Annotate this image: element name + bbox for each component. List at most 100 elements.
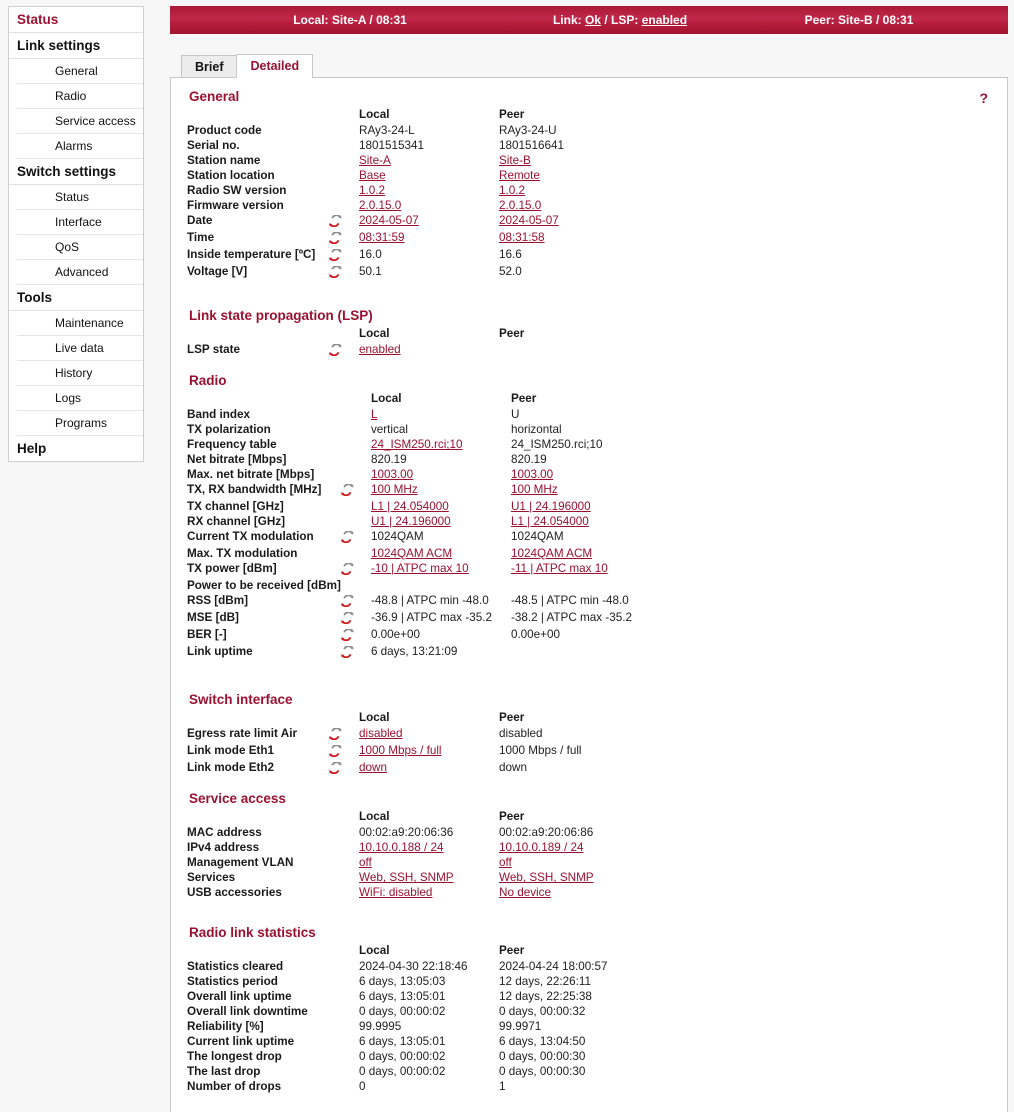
refresh-icon[interactable] bbox=[341, 612, 354, 624]
row-label: Management VLAN bbox=[187, 856, 294, 869]
value-local[interactable]: 24_ISM250.rci;10 bbox=[371, 438, 463, 451]
value-peer[interactable]: 2.0.15.0 bbox=[499, 199, 541, 212]
sidebar-group-switch-settings[interactable]: Switch settings bbox=[9, 159, 143, 185]
row-icon-cell bbox=[341, 546, 371, 561]
refresh-icon[interactable] bbox=[341, 629, 354, 641]
value-peer[interactable]: -11 | ATPC max 10 bbox=[511, 562, 608, 575]
sidebar-item-status[interactable]: Status bbox=[17, 185, 143, 210]
value-local: 2024-04-30 22:18:46 bbox=[359, 960, 468, 973]
value-local[interactable]: 1.0.2 bbox=[359, 184, 385, 197]
value-local[interactable]: L1 | 24.054000 bbox=[371, 500, 449, 513]
refresh-icon[interactable] bbox=[341, 484, 354, 496]
value-local[interactable]: 1003.00 bbox=[371, 468, 413, 481]
value-peer[interactable]: 1.0.2 bbox=[499, 184, 525, 197]
value-local[interactable]: L bbox=[371, 408, 378, 421]
value-local[interactable]: 10.10.0.188 / 24 bbox=[359, 841, 443, 854]
value-peer[interactable]: U1 | 24.196000 bbox=[511, 500, 591, 513]
refresh-icon[interactable] bbox=[329, 266, 342, 278]
value-peer[interactable]: off bbox=[499, 856, 512, 869]
value-local[interactable]: Site-A bbox=[359, 154, 391, 167]
value-peer: 0 days, 00:00:32 bbox=[499, 1005, 586, 1018]
refresh-icon[interactable] bbox=[329, 344, 342, 356]
refresh-icon[interactable] bbox=[341, 563, 354, 575]
value-local: 1024QAM bbox=[370, 530, 424, 543]
row-label: The last drop bbox=[187, 1065, 261, 1078]
value-local[interactable]: off bbox=[359, 856, 372, 869]
value-peer: 0 days, 00:00:30 bbox=[499, 1065, 586, 1078]
refresh-icon[interactable] bbox=[341, 595, 354, 607]
row-icon-cell bbox=[329, 726, 359, 743]
refresh-icon[interactable] bbox=[329, 249, 342, 261]
row-label: Reliability [%] bbox=[187, 1020, 264, 1033]
sidebar-item-qos[interactable]: QoS bbox=[17, 235, 143, 260]
row-label: Firmware version bbox=[187, 199, 284, 212]
value-local[interactable]: 100 MHz bbox=[371, 483, 418, 496]
sidebar-item-service-access[interactable]: Service access bbox=[17, 109, 143, 134]
value-peer[interactable]: Web, SSH, SNMP bbox=[499, 871, 594, 884]
sidebar-item-maintenance[interactable]: Maintenance bbox=[17, 311, 143, 336]
value-local-cell: 0 days, 00:00:02 bbox=[359, 1004, 499, 1019]
value-local[interactable]: disabled bbox=[359, 727, 403, 740]
sidebar: Status Link settings General Radio Service a… bbox=[8, 6, 144, 462]
refresh-icon[interactable] bbox=[329, 762, 342, 774]
value-peer: U bbox=[510, 408, 520, 421]
header-spacer bbox=[187, 326, 329, 342]
value-local[interactable]: Base bbox=[359, 169, 386, 182]
value-peer[interactable]: 10.10.0.189 / 24 bbox=[499, 841, 583, 854]
refresh-icon[interactable] bbox=[341, 646, 354, 658]
refresh-icon[interactable] bbox=[329, 215, 342, 227]
value-local[interactable]: U1 | 24.196000 bbox=[371, 515, 451, 528]
sidebar-group-status[interactable]: Status bbox=[9, 7, 143, 33]
value-peer[interactable]: 1024QAM ACM bbox=[511, 547, 592, 560]
sidebar-group-link-settings[interactable]: Link settings bbox=[9, 33, 143, 59]
section-table: Local Peer Product code RAy3-24-L RAy3-24-U S… bbox=[187, 107, 799, 281]
value-peer[interactable]: 100 MHz bbox=[511, 483, 558, 496]
sidebar-item-interface[interactable]: Interface bbox=[17, 210, 143, 235]
header-icon-spacer bbox=[341, 391, 371, 407]
sidebar-item-programs[interactable]: Programs bbox=[17, 411, 143, 436]
value-peer[interactable]: Remote bbox=[499, 169, 540, 182]
sidebar-item-logs[interactable]: Logs bbox=[17, 386, 143, 411]
status-bar-link-state[interactable]: Ok bbox=[585, 13, 601, 27]
value-local[interactable]: WiFi: disabled bbox=[359, 886, 432, 899]
value-local[interactable]: 08:31:59 bbox=[359, 231, 405, 244]
refresh-icon[interactable] bbox=[329, 728, 342, 740]
value-peer[interactable]: L1 | 24.054000 bbox=[511, 515, 589, 528]
sidebar-item-advanced[interactable]: Advanced bbox=[17, 260, 143, 285]
refresh-icon[interactable] bbox=[329, 232, 342, 244]
value-local[interactable]: enabled bbox=[359, 343, 401, 356]
tab-detailed[interactable]: Detailed bbox=[236, 54, 314, 78]
value-local[interactable]: -10 | ATPC max 10 bbox=[371, 562, 469, 575]
refresh-icon[interactable] bbox=[341, 531, 354, 543]
sidebar-group-tools[interactable]: Tools bbox=[9, 285, 143, 311]
value-peer[interactable]: 2024-05-07 bbox=[499, 214, 559, 227]
value-local[interactable]: Web, SSH, SNMP bbox=[359, 871, 454, 884]
value-peer: 1801516641 bbox=[499, 139, 565, 152]
value-peer[interactable]: 08:31:58 bbox=[499, 231, 545, 244]
row-icon-cell bbox=[329, 1004, 359, 1019]
sidebar-item-history[interactable]: History bbox=[17, 361, 143, 386]
table-row: TX power [dBm] -10 | ATPC max 10 -11 | ATP… bbox=[187, 561, 811, 578]
sidebar-group-help[interactable]: Help bbox=[9, 436, 143, 461]
value-peer-cell: 1000 Mbps / full bbox=[499, 743, 799, 760]
status-bar-lsp-state[interactable]: enabled bbox=[642, 13, 687, 27]
value-local[interactable]: 1024QAM ACM bbox=[371, 547, 452, 560]
value-peer[interactable]: No device bbox=[499, 886, 551, 899]
sidebar-item-general[interactable]: General bbox=[17, 59, 143, 84]
sidebar-item-alarms[interactable]: Alarms bbox=[17, 134, 143, 159]
column-header-local: Local bbox=[359, 108, 390, 121]
sidebar-item-radio[interactable]: Radio bbox=[17, 84, 143, 109]
value-local[interactable]: 2.0.15.0 bbox=[359, 199, 401, 212]
value-peer[interactable]: 1003.00 bbox=[511, 468, 553, 481]
row-label: MAC address bbox=[187, 826, 262, 839]
tab-brief[interactable]: Brief bbox=[181, 55, 238, 78]
column-header-local: Local bbox=[359, 327, 390, 340]
sidebar-item-live-data[interactable]: Live data bbox=[17, 336, 143, 361]
row-icon-cell bbox=[329, 840, 359, 855]
refresh-icon[interactable] bbox=[329, 745, 342, 757]
value-local[interactable]: 1000 Mbps / full bbox=[359, 744, 442, 757]
value-local[interactable]: 2024-05-07 bbox=[359, 214, 419, 227]
value-peer[interactable]: Site-B bbox=[499, 154, 531, 167]
value-local-cell: disabled bbox=[359, 726, 499, 743]
value-local[interactable]: down bbox=[359, 761, 387, 774]
